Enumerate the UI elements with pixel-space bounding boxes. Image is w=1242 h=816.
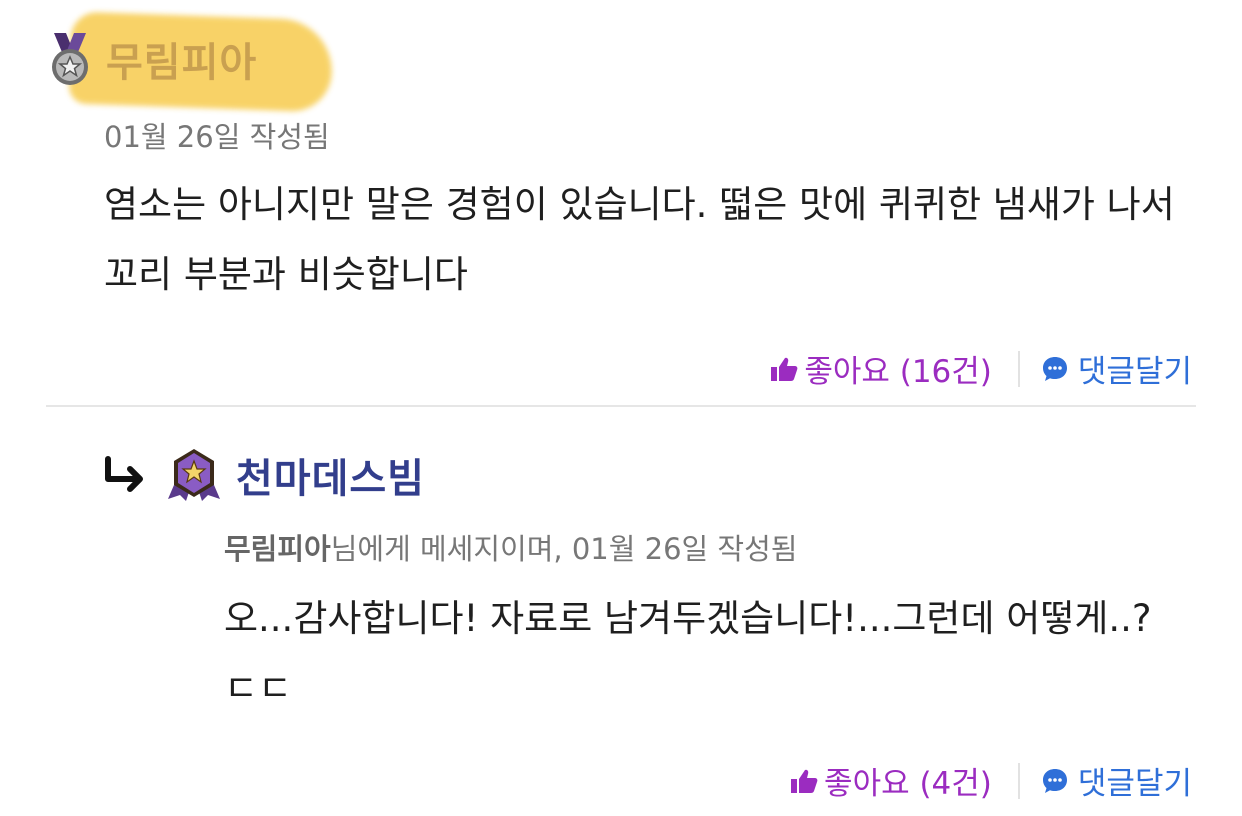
comment: 무림피아 01월 26일 작성됨 염소는 아니지만 말은 경험이 있습니다. 떫… bbox=[0, 0, 1242, 408]
reply-button[interactable]: 댓글달기 bbox=[1042, 758, 1192, 803]
mentioned-user[interactable]: 무림피아 bbox=[224, 532, 331, 566]
reply-comment: 천마데스빔 무림피아님에게 메세지이며, 01월 26일 작성됨 오...감사합… bbox=[0, 408, 1242, 816]
like-button[interactable]: 좋아요 (16건) bbox=[770, 346, 992, 391]
like-count-label: 좋아요 (16건) bbox=[804, 354, 992, 390]
reply-arrow-icon bbox=[105, 456, 143, 492]
comment-timestamp: 님에게 메세지이며, 01월 26일 작성됨 bbox=[330, 532, 798, 566]
reply-label: 댓글달기 bbox=[1077, 354, 1192, 390]
like-button[interactable]: 좋아요 (4건) bbox=[790, 758, 992, 803]
action-separator bbox=[1017, 762, 1020, 799]
author-name[interactable]: 천마데스빔 bbox=[236, 446, 425, 504]
reply-label: 댓글달기 bbox=[1077, 766, 1192, 802]
like-count-label: 좋아요 (4건) bbox=[824, 766, 992, 802]
chat-bubble-icon bbox=[1042, 356, 1067, 381]
thumbs-up-icon bbox=[771, 357, 798, 381]
comment-meta: 무림피아님에게 메세지이며, 01월 26일 작성됨 bbox=[224, 526, 797, 568]
thumbs-up-icon bbox=[791, 769, 818, 793]
action-separator bbox=[1017, 350, 1020, 387]
comment-author-row: 천마데스빔 bbox=[102, 446, 425, 504]
comment-timestamp: 01월 26일 작성됨 bbox=[104, 120, 330, 154]
comment-author-row: 무림피아 bbox=[48, 30, 257, 88]
comment-divider bbox=[46, 405, 1196, 407]
comment-actions: 좋아요 (16건) 댓글달기 bbox=[770, 346, 1192, 391]
chat-bubble-icon bbox=[1042, 768, 1067, 793]
author-name[interactable]: 무림피아 bbox=[106, 30, 257, 88]
comment-body: 염소는 아니지만 말은 경험이 있습니다. 떫은 맛에 퀴퀴한 냄새가 나서 꼬… bbox=[104, 183, 1175, 296]
comment-body: 오...감사합니다! 자료로 남겨두겠습니다!...그런데 어떻게..?ㄷㄷ bbox=[224, 597, 1152, 710]
purple-star-badge-icon bbox=[168, 449, 220, 501]
bronze-star-medal-icon bbox=[52, 33, 88, 85]
reply-button[interactable]: 댓글달기 bbox=[1042, 346, 1192, 391]
comment-actions: 좋아요 (4건) 댓글달기 bbox=[790, 758, 1192, 803]
